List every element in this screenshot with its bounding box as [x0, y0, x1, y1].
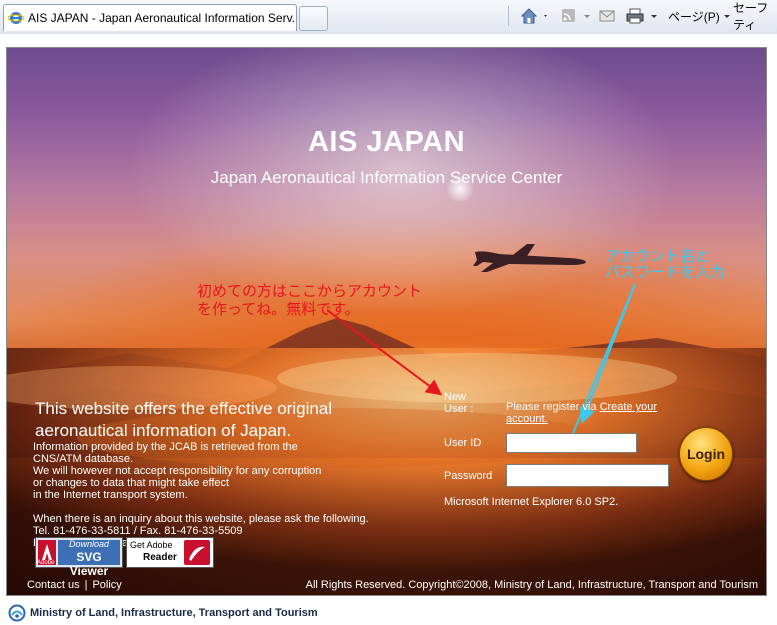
safety-menu-label: セーフティ — [733, 1, 769, 32]
new-user-label: New User : — [444, 391, 473, 415]
password-input[interactable] — [506, 464, 669, 487]
chevron-down-icon — [723, 15, 730, 18]
svg-viewer-label: SVG Viewer — [69, 550, 109, 578]
get-adobe-reader-badge[interactable]: Get Adobe Reader — [126, 537, 214, 568]
ministry-name: Ministry of Land, Infrastructure, Transp… — [30, 607, 318, 619]
intro-lead-line: This website offers the effective origin… — [35, 399, 333, 418]
rss-icon — [562, 9, 575, 22]
create-account-link[interactable]: account. — [506, 413, 548, 425]
reader-label: Reader — [143, 552, 177, 563]
intro-lead-line: aeronautical information of Japan. — [35, 421, 292, 440]
mail-icon — [599, 10, 615, 22]
footer-divider: | — [84, 579, 88, 591]
feeds-button[interactable] — [560, 4, 578, 28]
new-user-label-line: New — [444, 391, 467, 403]
chevron-down-icon — [584, 15, 590, 18]
info-line: We will however not accept responsibilit… — [33, 465, 322, 477]
browser-requirement: Microsoft Internet Explorer 6.0 SP2. — [444, 496, 619, 508]
page-menu-label: ページ(P) — [668, 9, 720, 24]
userid-input[interactable] — [506, 433, 637, 453]
hero-banner: AIS JAPAN Japan Aeronautical Information… — [6, 47, 767, 596]
tab-title: AIS JAPAN - Japan Aeronautical Informati… — [28, 11, 297, 25]
page-menu[interactable]: ページ(P) — [668, 4, 734, 28]
new-user-label-line: User : — [444, 403, 474, 415]
mail-button[interactable] — [598, 4, 616, 28]
register-text: Please register via Create your account. — [506, 401, 706, 425]
home-icon — [520, 8, 547, 24]
footer-bar: Contact us | Policy All Rights Reserved.… — [7, 575, 766, 595]
get-adobe-label: Get Adobe — [130, 540, 173, 550]
create-account-link[interactable]: Create your — [600, 401, 657, 413]
info-line: CNS/ATM database. — [33, 453, 134, 465]
contact-line: When there is an inquiry about this webs… — [33, 513, 369, 525]
printer-icon — [626, 8, 657, 24]
policy-link[interactable]: Policy — [92, 579, 121, 591]
home-button[interactable] — [520, 4, 550, 28]
ministry-logo[interactable]: Ministry of Land, Infrastructure, Transp… — [8, 604, 318, 622]
info-line: in the Internet transport system. — [33, 489, 188, 501]
intro-lead: This website offers the effective origin… — [35, 398, 332, 442]
adobe-reader-icon — [184, 540, 210, 565]
info-line: Information provided by the JCAB is retr… — [33, 441, 298, 453]
contact-us-link[interactable]: Contact us — [27, 579, 80, 591]
copyright-text: All Rights Reserved. Copyright©2008, Min… — [305, 579, 758, 591]
info-line: or changes to data that might take effec… — [33, 477, 230, 489]
svg-viewer-download-label: Download — [68, 539, 110, 549]
svg-viewer-download-badge[interactable]: Download SVG Viewer Adobe — [35, 537, 123, 578]
ministry-emblem-icon — [8, 604, 26, 622]
safety-menu[interactable]: セーフティ — [733, 1, 777, 32]
login-button[interactable]: Login — [679, 427, 733, 481]
intro-info: Information provided by the JCAB is retr… — [33, 441, 369, 549]
adobe-label: Adobe — [37, 560, 55, 566]
ie-icon — [8, 12, 24, 24]
new-tab-button[interactable] — [299, 6, 328, 31]
page-content: AIS JAPAN Japan Aeronautical Information… — [0, 34, 777, 604]
register-prompt: Please register via — [506, 401, 597, 413]
password-label: Password — [444, 470, 493, 482]
contact-line: Tel. 81-476-33-5811 / Fax. 81-476-33-550… — [33, 525, 243, 537]
browser-tabbar: AIS JAPAN - Japan Aeronautical Informati… — [0, 0, 777, 35]
print-button[interactable] — [626, 4, 660, 28]
feeds-dropdown[interactable] — [582, 4, 592, 28]
toolbar-separator — [508, 6, 509, 26]
userid-label: User ID — [444, 437, 482, 449]
browser-tab[interactable]: AIS JAPAN - Japan Aeronautical Informati… — [3, 4, 297, 31]
